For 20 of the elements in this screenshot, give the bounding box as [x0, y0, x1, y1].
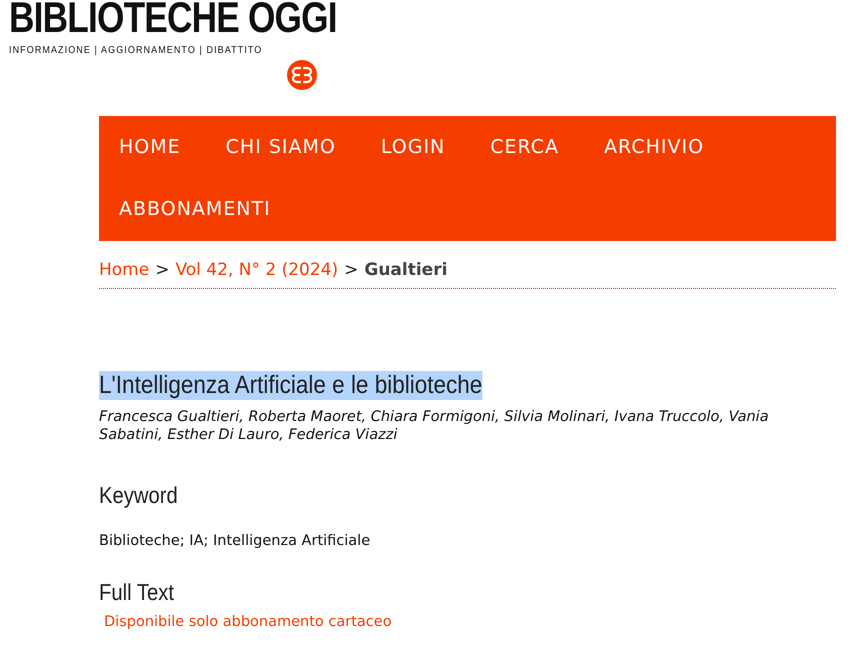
- article-title: L'Intelligenza Artificiale e le biblioteche: [99, 371, 482, 400]
- breadcrumb-separator: >: [344, 260, 358, 280]
- nav-link[interactable]: HOME: [99, 116, 206, 178]
- article-authors: Francesca Gualtieri, Roberta Maoret, Chiara Formigoni, Silvia Molinari, Ivana Truccolo, Vania Sabatini, Esther Di Lauro, Federica Viazzi: [99, 408, 770, 444]
- nav-link[interactable]: CERCA: [470, 116, 584, 178]
- breadcrumb-current: Gualtieri: [364, 260, 448, 280]
- section-heading: Full Text: [99, 579, 174, 606]
- keyword-list: Biblioteche; IA; Intelligenza Artificiale: [99, 533, 836, 549]
- nav-link[interactable]: CHI SIAMO: [206, 116, 361, 178]
- breadcrumb-link[interactable]: Vol 42, N° 2 (2024): [175, 260, 338, 280]
- section-heading: Keyword: [99, 482, 178, 509]
- nav-link[interactable]: LOGIN: [360, 116, 470, 178]
- logo-icon: [287, 60, 317, 90]
- site-tagline: INFORMAZIONE | AGGIORNAMENTO | DIBATTITO: [9, 45, 262, 56]
- nav-link[interactable]: ARCHIVIO: [584, 116, 730, 178]
- nav-link[interactable]: ABBONAMENTI: [99, 178, 296, 240]
- full-text-link[interactable]: Disponibile solo abbonamento cartaceo: [104, 614, 392, 630]
- site-logo[interactable]: BIBLIOTECHE OGGI: [9, 0, 337, 38]
- breadcrumb-link[interactable]: Home: [99, 260, 150, 280]
- breadcrumb-separator: >: [155, 260, 170, 280]
